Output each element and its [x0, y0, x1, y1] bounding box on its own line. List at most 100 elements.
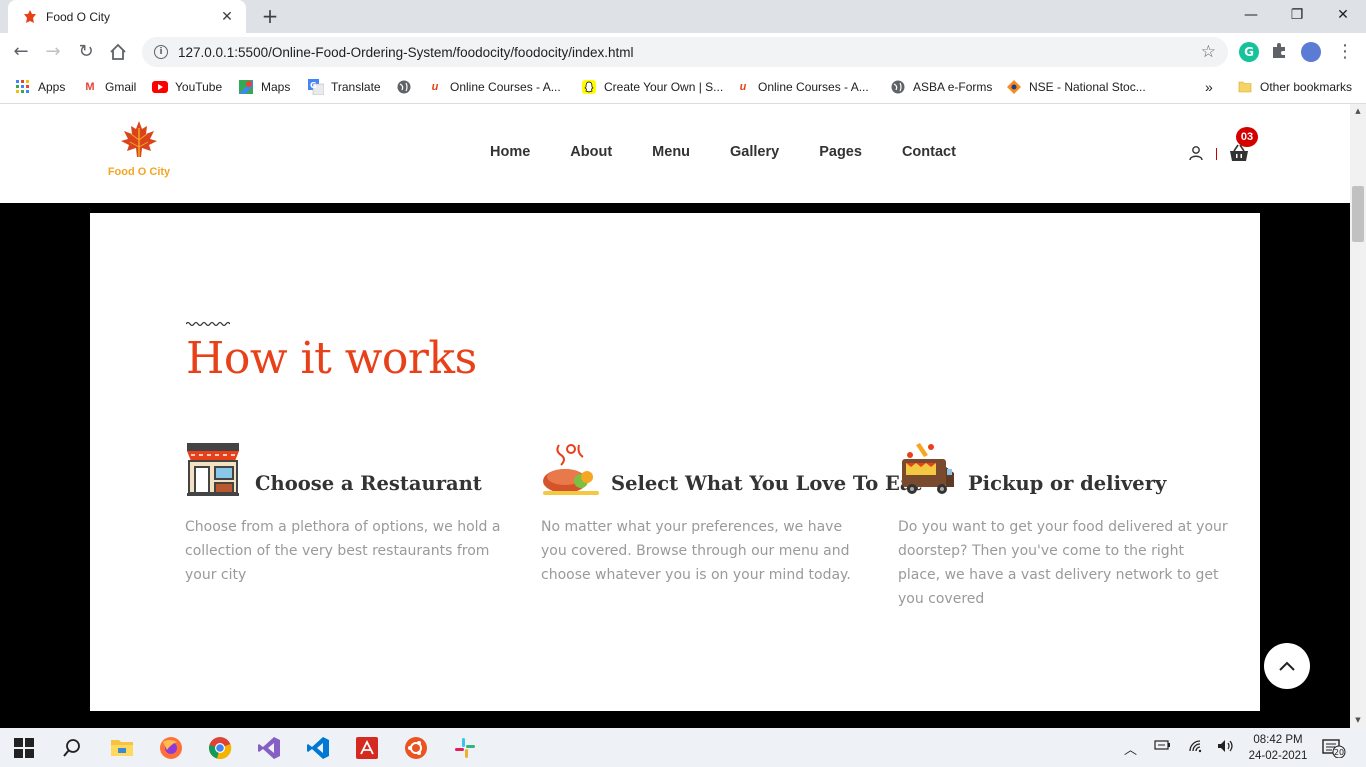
browser-tab[interactable]: Food O City ✕ — [8, 0, 246, 33]
windows-start-icon[interactable] — [14, 736, 38, 760]
profile-avatar[interactable] — [1301, 42, 1321, 62]
bookmark-nse[interactable]: NSE - National Stoc... — [1006, 77, 1146, 97]
bookmark-label: Gmail — [105, 80, 137, 94]
globe-icon — [890, 79, 906, 95]
maple-leaf-logo-icon — [121, 121, 157, 157]
logo-text: Food O City — [107, 166, 171, 178]
bookmark-label: Online Courses - A... — [758, 80, 869, 94]
vscode-icon[interactable] — [306, 736, 330, 760]
main-nav: Home About Menu Gallery Pages Contact — [490, 144, 996, 160]
volume-icon[interactable] — [1217, 739, 1235, 757]
new-tab-icon[interactable]: + — [259, 5, 281, 27]
bookmark-online-courses-1[interactable]: u Online Courses - A... — [427, 77, 561, 97]
file-explorer-icon[interactable] — [110, 736, 134, 760]
feature-card: Choose a Restaurant Choose from a pletho… — [185, 441, 515, 587]
notification-center-icon[interactable]: 20 — [1322, 738, 1346, 759]
address-bar[interactable]: i 127.0.0.1:5500/Online-Food-Ordering-Sy… — [142, 37, 1228, 67]
nav-home[interactable]: Home — [490, 144, 530, 160]
section-title: How it works — [186, 333, 477, 384]
youtube-icon — [152, 79, 168, 95]
udemy-icon: u — [431, 81, 439, 93]
browser-tab-strip: Food O City ✕ + — ❐ ✕ — [0, 0, 1366, 33]
nav-pages[interactable]: Pages — [819, 144, 862, 160]
bookmark-star-icon[interactable]: ☆ — [1201, 42, 1216, 62]
browser-toolbar: ← → ↻ i 127.0.0.1:5500/Online-Food-Order… — [0, 33, 1366, 71]
extensions-puzzle-icon[interactable] — [1270, 42, 1290, 62]
bookmarks-overflow-button[interactable]: » — [1205, 77, 1213, 97]
bookmark-apps[interactable]: Apps — [15, 77, 65, 97]
nav-contact[interactable]: Contact — [902, 144, 956, 160]
bookmark-youtube[interactable]: YouTube — [152, 77, 222, 97]
bookmark-label: YouTube — [175, 80, 223, 94]
bookmark-label: Create Your Own | S... — [604, 80, 724, 94]
back-icon[interactable]: ← — [9, 40, 33, 64]
feature-card: Pickup or delivery Do you want to get yo… — [898, 441, 1228, 611]
bookmark-maps[interactable]: Maps — [238, 77, 290, 97]
forward-icon[interactable]: → — [41, 40, 65, 64]
food-truck-icon — [898, 441, 956, 497]
restaurant-icon — [185, 441, 243, 497]
svg-text:G: G — [310, 81, 317, 90]
scroll-down-arrow-icon[interactable]: ▼ — [1350, 713, 1366, 727]
food-plate-icon — [541, 441, 599, 497]
feature-description: No matter what your preferences, we have… — [541, 519, 851, 583]
search-icon[interactable] — [62, 736, 86, 760]
bookmark-label: NSE - National Stoc... — [1029, 80, 1146, 94]
reload-icon[interactable]: ↻ — [74, 40, 98, 64]
notification-count: 20 — [1334, 748, 1344, 757]
restore-icon[interactable]: ❐ — [1274, 4, 1320, 26]
scroll-up-arrow-icon[interactable]: ▲ — [1350, 104, 1366, 118]
globe-icon — [396, 79, 412, 95]
gmail-icon: M — [85, 81, 95, 93]
feature-title: Choose a Restaurant — [255, 472, 482, 495]
bookmark-online-courses-2[interactable]: u Online Courses - A... — [735, 77, 869, 97]
battery-icon[interactable] — [1154, 739, 1172, 755]
back-to-top-button[interactable] — [1264, 643, 1310, 689]
bookmark-create-your-own[interactable]: Create Your Own | S... — [581, 77, 723, 97]
tray-chevron-up-icon[interactable]: ︿ — [1124, 739, 1137, 758]
feature-description: Do you want to get your food delivered a… — [898, 519, 1228, 607]
chevron-up-icon — [1279, 661, 1295, 671]
bookmark-label: Translate — [331, 80, 381, 94]
nav-gallery[interactable]: Gallery — [730, 144, 779, 160]
grammarly-extension-icon[interactable]: G — [1239, 42, 1259, 62]
minimize-icon[interactable]: — — [1228, 4, 1274, 26]
bookmark-translate[interactable]: G Translate — [308, 77, 381, 97]
bookmark-globe[interactable] — [396, 77, 419, 97]
bookmark-gmail[interactable]: M Gmail — [82, 77, 136, 97]
site-info-icon[interactable]: i — [154, 45, 168, 59]
nav-about[interactable]: About — [570, 144, 612, 160]
squiggle-decoration-icon — [185, 313, 231, 332]
feature-title: Select What You Love To Eat — [611, 472, 922, 495]
feature-title: Pickup or delivery — [968, 472, 1167, 495]
how-it-works-section: How it works Choose a Restaurant Choose … — [90, 213, 1260, 711]
bookmark-label: Apps — [38, 80, 66, 94]
chrome-icon[interactable] — [208, 736, 232, 760]
close-window-icon[interactable]: ✕ — [1320, 4, 1366, 26]
bookmark-label: Online Courses - A... — [450, 80, 561, 94]
visual-studio-icon[interactable] — [257, 736, 281, 760]
tab-close-icon[interactable]: ✕ — [218, 9, 236, 25]
nav-menu[interactable]: Menu — [652, 144, 690, 160]
ubuntu-icon[interactable] — [404, 736, 428, 760]
feature-description: Choose from a plethora of options, we ho… — [185, 519, 501, 583]
other-bookmarks-folder[interactable]: Other bookmarks — [1237, 77, 1352, 97]
slack-icon[interactable] — [453, 736, 477, 760]
apps-grid-icon — [15, 79, 31, 95]
site-header: Food O City Home About Menu Gallery Page… — [0, 104, 1350, 203]
site-logo[interactable]: Food O City — [104, 120, 174, 178]
home-icon[interactable] — [106, 40, 130, 64]
wifi-icon[interactable] — [1188, 739, 1204, 757]
taskbar-clock[interactable]: 08:42 PM 24-02-2021 — [1248, 732, 1308, 764]
chrome-menu-icon[interactable]: ⋮ — [1333, 40, 1357, 64]
firefox-icon[interactable] — [159, 736, 183, 760]
windows-taskbar: ︿ 08:42 PM 24-02-2021 20 — [0, 728, 1366, 767]
bookmark-asba[interactable]: ASBA e-Forms — [890, 77, 992, 97]
nse-icon — [1006, 79, 1022, 95]
feature-card: Select What You Love To Eat No matter wh… — [541, 441, 922, 587]
user-account-icon[interactable] — [1188, 145, 1204, 161]
bookmarks-bar: Apps M Gmail YouTube Maps G Translate u … — [0, 71, 1366, 104]
maps-icon — [238, 79, 254, 95]
scroll-thumb[interactable] — [1352, 186, 1364, 242]
acrobat-icon[interactable] — [355, 736, 379, 760]
